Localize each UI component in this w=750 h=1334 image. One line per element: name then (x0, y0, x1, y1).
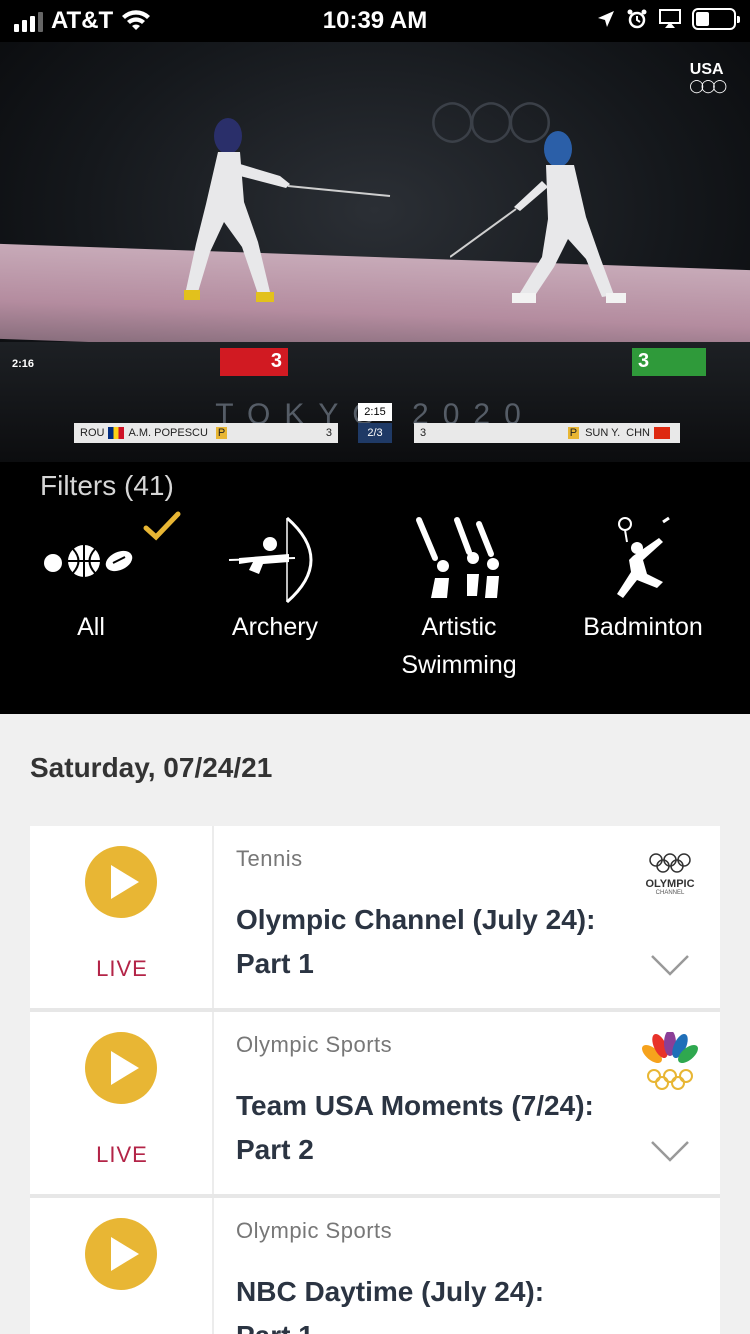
play-column: LIVE (30, 826, 214, 1008)
nbc-logo (638, 1030, 702, 1099)
sport-label: Olympic Sports (236, 1032, 393, 1057)
china-flag-icon (654, 427, 670, 439)
right-tag: P (567, 427, 580, 439)
sport-label: Olympic Sports (236, 1218, 393, 1243)
left-athlete-name: A.M. POPESCU (128, 427, 208, 439)
red-score-value: 3 (270, 350, 282, 372)
play-button[interactable] (85, 1218, 157, 1290)
filter-badminton[interactable]: Badminton (548, 512, 738, 646)
left-tag: P (215, 427, 228, 439)
play-column (30, 1198, 214, 1334)
fencer-right (450, 131, 626, 303)
video-player[interactable]: ◯◯◯ USA ◯◯◯ 2:16 3 3 TOKYO 2020 2:15 ROU… (0, 42, 750, 462)
chevron-down-icon[interactable] (650, 954, 690, 976)
schedule-date-header: Saturday, 07/24/21 (30, 752, 273, 783)
program-title: Olympic Channel (July 24): Part 1 (236, 904, 596, 979)
schedule-card[interactable]: Olympic Sports NBC Daytime (July 24): Pa… (30, 1198, 720, 1334)
sport-label: Tennis (236, 846, 303, 871)
chevron-down-icon[interactable] (650, 1140, 690, 1162)
archery-icon (228, 516, 313, 604)
right-score: 3 (420, 427, 427, 439)
filter-artistic-swimming-line2: Swimming (401, 651, 517, 679)
filter-artistic-swimming-line1: Artistic (421, 613, 497, 641)
artistic-swimming-icon (416, 517, 499, 598)
play-button[interactable] (85, 1032, 157, 1104)
red-scoreboard: 3 (220, 348, 288, 376)
status-bar: AT&T 10:39 AM (0, 0, 750, 42)
usa-logo-text: USA (689, 61, 724, 78)
schedule-card[interactable]: LIVE Tennis Olympic Channel (July 24): P… (30, 826, 720, 1008)
network-sub: CHANNEL (655, 890, 685, 896)
filters-panel: Filters (41) All Archery Artistic Swimmi… (0, 462, 750, 714)
green-score-value: 3 (638, 350, 650, 372)
filter-badminton-label: Badminton (583, 613, 703, 641)
bout-clock: 2:15 (358, 403, 392, 421)
status-right (596, 8, 740, 30)
all-sports-icon (44, 545, 133, 577)
badminton-icon (617, 516, 670, 598)
live-badge: LIVE (96, 1142, 148, 1167)
green-scoreboard: 3 (632, 348, 706, 376)
filter-artistic-swimming-label: Artistic Swimming (364, 608, 554, 684)
program-title: Team USA Moments (7/24): Part 2 (236, 1090, 594, 1165)
airplay-icon (659, 9, 681, 28)
filter-archery-label: Archery (231, 613, 319, 641)
left-score: 3 (325, 427, 332, 439)
program-title: NBC Daytime (July 24): Part 1 (236, 1276, 545, 1334)
romania-flag-icon (108, 427, 125, 439)
fencer-left (184, 118, 391, 302)
network-name: OLYMPIC (645, 878, 695, 890)
schedule-card[interactable]: LIVE Olympic Sports Team USA Moments (7/… (30, 1012, 720, 1194)
play-button[interactable] (85, 846, 157, 918)
location-arrow-icon (598, 11, 614, 27)
olympic-channel-logo: OLYMPIC CHANNEL (638, 852, 702, 896)
filter-archery[interactable]: Archery (180, 512, 370, 646)
olympic-rings-icon (649, 853, 691, 873)
scoreline-left: ROU A.M. POPESCU P 3 (74, 423, 338, 443)
period-indicator: 2/3 (358, 423, 392, 443)
selected-check-icon (143, 511, 181, 541)
filters-title: Filters (41) (40, 470, 174, 501)
nbc-peacock-icon (642, 1030, 698, 1090)
battery-icon (692, 8, 740, 30)
filter-artistic-swimming[interactable]: Artistic Swimming (364, 512, 554, 684)
right-country: CHN (626, 427, 650, 439)
match-time-small: 2:16 (12, 358, 35, 370)
alarm-icon (627, 9, 647, 29)
scoreline-right: 3 P SUN Y. CHN (414, 423, 680, 443)
play-column: LIVE (30, 1012, 214, 1194)
live-badge: LIVE (96, 956, 148, 981)
left-country: ROU (80, 427, 105, 439)
usa-network-logo: USA ◯◯◯ (689, 61, 727, 94)
right-athlete-name: SUN Y. (585, 427, 621, 439)
filter-all-label: All (77, 613, 105, 641)
